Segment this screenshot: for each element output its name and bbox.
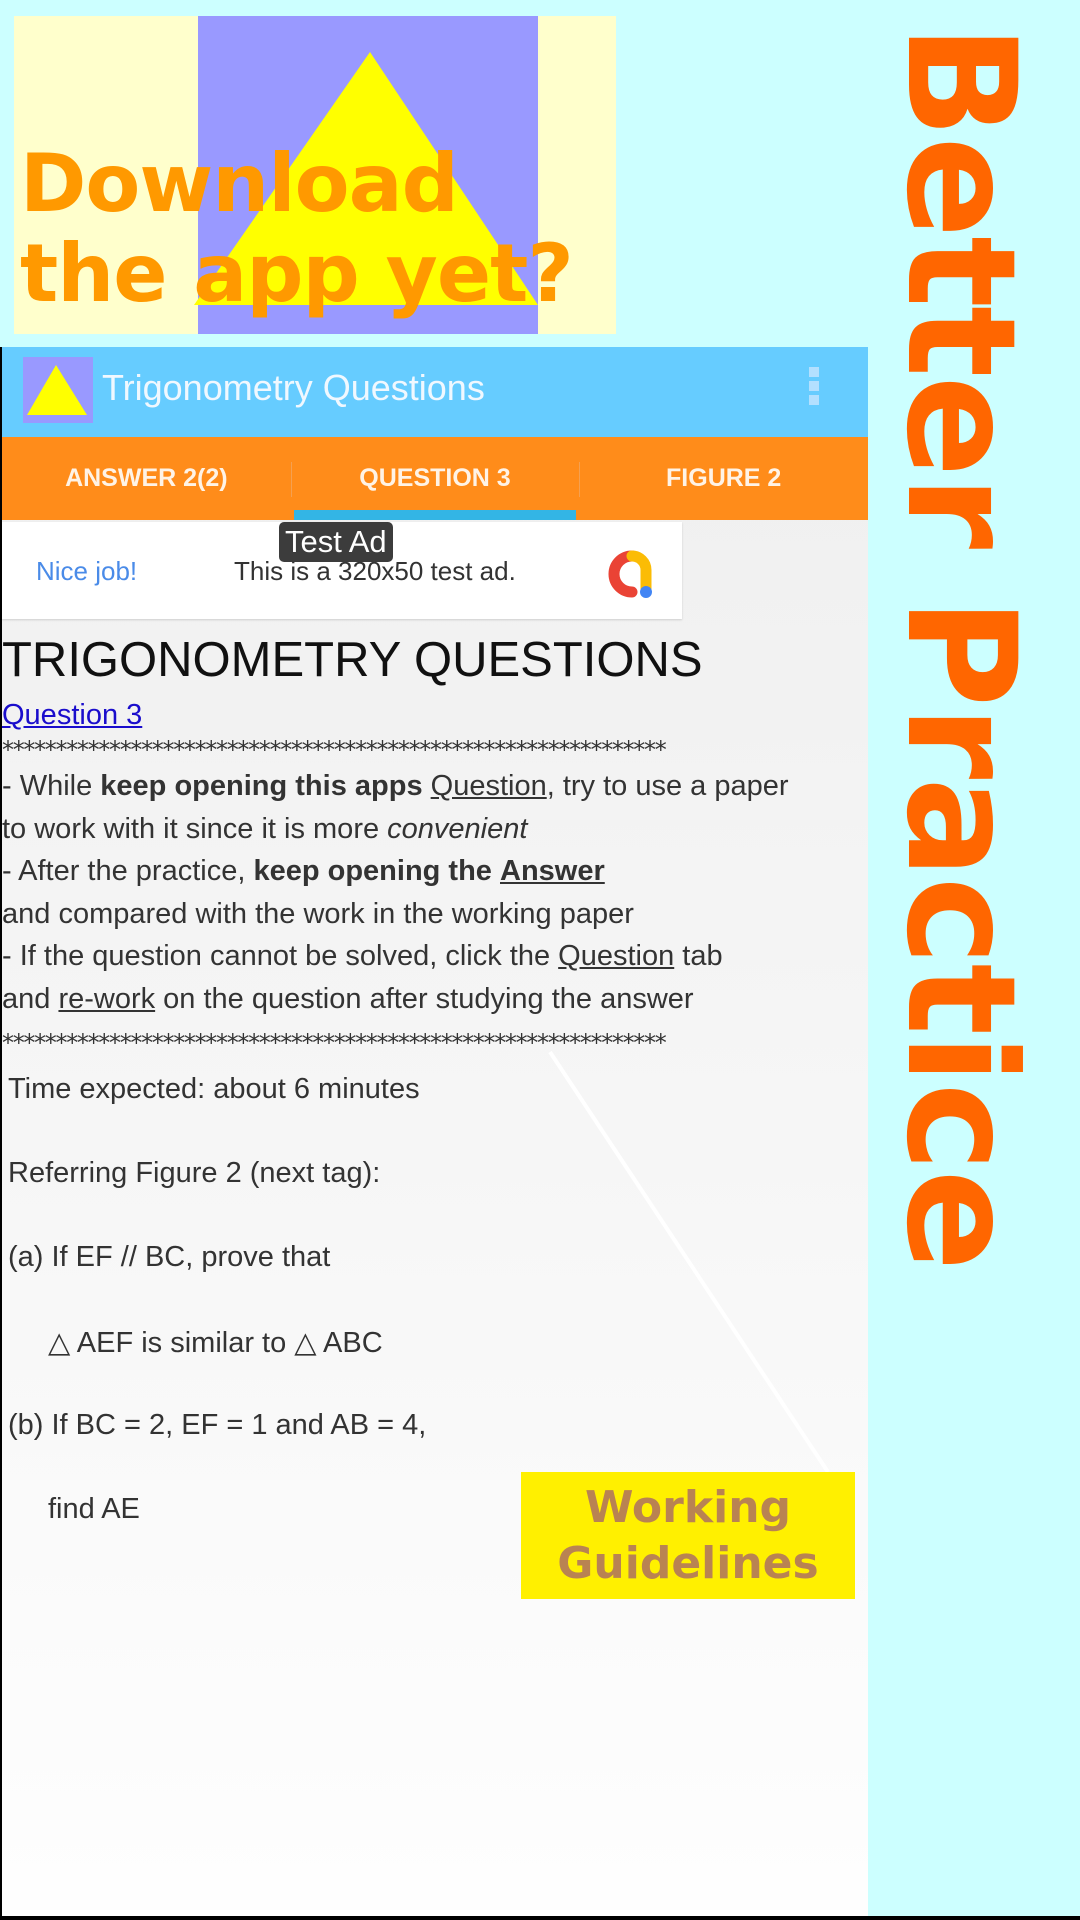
tab-question-label: QUESTION 3 <box>359 464 511 492</box>
question-link[interactable]: Question 3 <box>2 699 142 732</box>
text: on the question after studying the answe… <box>155 982 694 1015</box>
frame-bottom-border <box>0 1916 1080 1920</box>
ad-headline: Nice job! <box>36 556 138 586</box>
tab-figure[interactable]: FIGURE 2 <box>579 437 868 520</box>
tab-answer[interactable]: ANSWER 2(2) <box>2 437 291 520</box>
rework-underlined: re-work <box>58 982 156 1015</box>
guideline-line-1: - While keep opening this apps Question,… <box>2 765 862 808</box>
app-toolbar: Trigonometry Questions <box>2 347 868 437</box>
time-expected: Time expected: about 6 minutes <box>8 1073 420 1105</box>
promo-line-2: the app yet? <box>20 227 574 320</box>
question-underlined: Question <box>558 940 675 972</box>
callout-line-1: Working <box>584 1482 792 1533</box>
app-window: Trigonometry Questions ANSWER 2(2) QUEST… <box>0 347 868 1916</box>
part-b: (b) If BC = 2, EF = 1 and AB = 4, <box>8 1409 427 1441</box>
guideline-line-2: to work with it since it is more conveni… <box>2 808 862 851</box>
tab-bar: ANSWER 2(2) QUESTION 3 FIGURE 2 <box>2 437 868 520</box>
stars-divider-bottom: ****************************************… <box>2 1029 667 1057</box>
ad-banner[interactable]: Nice job! This is a 320x50 test ad. Test… <box>2 522 682 619</box>
question-underlined: Question <box>430 770 547 802</box>
text: tab <box>674 940 723 972</box>
guideline-line-4: and compared with the work in the workin… <box>2 897 634 930</box>
text: - After the practice, <box>2 855 254 887</box>
promo-line-1: Download <box>20 137 459 230</box>
guideline-line-3: - After the practice, keep opening the A… <box>2 850 862 893</box>
slogan-text: Better Practice <box>873 24 1047 1270</box>
italic-text: convenient <box>387 812 528 845</box>
part-a-statement: △ AEF is similar to △ ABC <box>48 1327 383 1359</box>
text: - If the question cannot be solved, clic… <box>2 940 559 972</box>
callout-line-2: Guidelines <box>557 1538 819 1589</box>
working-guidelines-callout: Working Guidelines <box>521 1472 855 1599</box>
working-guidelines-text: - While keep opening this apps Question,… <box>2 765 862 1020</box>
text: and <box>2 982 59 1015</box>
promo-banner: Download the app yet? <box>14 16 616 334</box>
text: to work with it since it is more <box>2 812 388 845</box>
bold-text: keep opening the <box>253 855 492 887</box>
admob-logo-icon <box>608 550 652 598</box>
tab-answer-label: ANSWER 2(2) <box>65 464 228 492</box>
more-vert-icon[interactable] <box>804 367 824 417</box>
tab-figure-label: FIGURE 2 <box>666 464 782 492</box>
part-b-find: find AE <box>48 1493 140 1525</box>
stars-divider-top: ****************************************… <box>2 736 667 764</box>
page-heading: TRIGONOMETRY QUESTIONS <box>2 633 703 687</box>
bold-text: keep opening this apps <box>100 770 423 802</box>
text: , try to use a paper <box>546 770 789 802</box>
guideline-line-6: and re-work on the question after studyi… <box>2 978 862 1021</box>
part-a: (a) If EF // BC, prove that <box>8 1241 331 1273</box>
referring-figure: Referring Figure 2 (next tag): <box>8 1157 381 1189</box>
answer-underlined: Answer <box>500 855 605 887</box>
text: - While <box>2 770 101 802</box>
tab-question[interactable]: QUESTION 3 <box>290 437 580 520</box>
app-title: Trigonometry Questions <box>102 367 485 408</box>
test-ad-badge: Test Ad <box>279 522 393 562</box>
app-triangle-icon <box>23 357 93 423</box>
slogan: Better Practice <box>873 24 1047 1364</box>
guideline-line-5: - If the question cannot be solved, clic… <box>2 935 862 978</box>
